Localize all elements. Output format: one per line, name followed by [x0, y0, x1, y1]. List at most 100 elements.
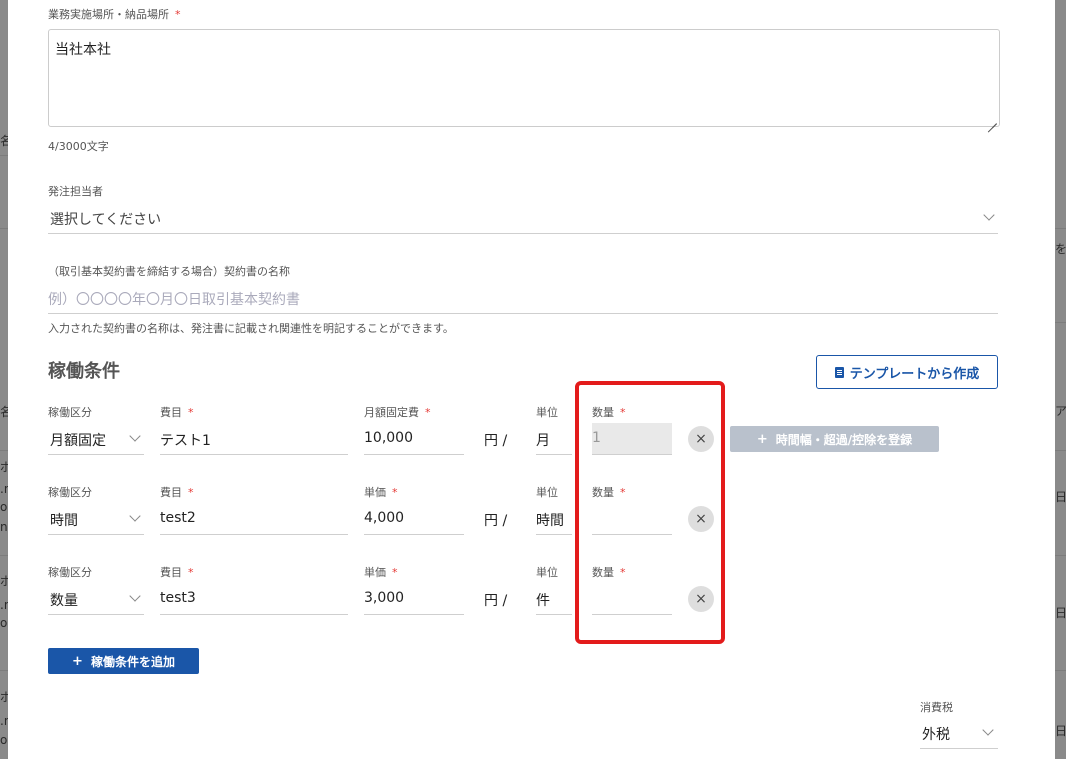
add-condition-label: 稼働条件を追加: [90, 654, 175, 669]
cost-item-value: test2: [160, 510, 196, 526]
create-from-template-button[interactable]: テンプレートから作成: [816, 355, 998, 389]
field-underline: [48, 313, 998, 314]
background-text: n: [0, 520, 8, 534]
field-underline: [160, 454, 348, 455]
field-underline: [364, 614, 464, 615]
work-type-select[interactable]: 数量: [48, 584, 144, 614]
background-text: ou: [0, 500, 8, 514]
delivery-label: 業務実施場所・納品場所 *: [48, 8, 181, 21]
field-underline: [48, 614, 144, 615]
ordering-person-select[interactable]: 選択してください: [48, 203, 998, 233]
background-text: ou: [0, 733, 8, 747]
work-type-label: 稼働区分: [48, 406, 92, 419]
chevron-down-icon: [129, 510, 141, 522]
background-divider: [1055, 555, 1066, 556]
create-from-template-label: テンプレートから作成: [849, 366, 980, 382]
unit-label: 単位: [536, 486, 558, 499]
price-input[interactable]: 10,000: [364, 424, 464, 454]
ordering-person-label: 発注担当者: [48, 185, 103, 198]
background-text: .n: [0, 482, 8, 496]
contract-name-placeholder: 例）〇〇〇〇年〇月〇日取引基本契約書: [48, 292, 300, 308]
unit-label: 単位: [536, 566, 558, 579]
cost-item-label: 費目 *: [160, 486, 194, 499]
tax-label: 消費税: [920, 701, 953, 714]
order-form-modal: 業務実施場所・納品場所 * 当社本社 4/3000文字 発注担当者 選択してくださ…: [8, 0, 1055, 759]
cost-item-label: 費目 *: [160, 566, 194, 579]
contract-name-input[interactable]: 例）〇〇〇〇年〇月〇日取引基本契約書: [48, 283, 998, 313]
background-divider: [1055, 670, 1066, 671]
background-text: 日前: [1055, 490, 1066, 504]
field-underline: [160, 614, 348, 615]
tax-select[interactable]: 外税: [920, 718, 998, 748]
cost-item-value: テスト1: [160, 433, 211, 449]
delivery-textarea[interactable]: 当社本社: [48, 29, 1000, 127]
currency-per-label: 円 /: [484, 433, 508, 449]
conditions-section-title: 稼働条件: [48, 361, 120, 382]
delivery-value: 当社本社: [55, 42, 111, 58]
plus-icon: +: [756, 431, 768, 447]
unit-value: 月: [536, 433, 550, 449]
contract-name-label: （取引基本契約書を締結する場合）契約書の名称: [48, 265, 290, 278]
work-type-select[interactable]: 時間: [48, 504, 144, 534]
price-value: 4,000: [364, 510, 405, 526]
chevron-down-icon: [982, 724, 994, 736]
field-underline: [160, 534, 348, 535]
char-count: 4/3000文字: [48, 140, 109, 153]
price-input[interactable]: 3,000: [364, 584, 464, 614]
background-text: 名: [0, 134, 8, 148]
work-type-value: 月額固定: [50, 433, 106, 449]
resize-handle-icon[interactable]: [987, 114, 997, 124]
plus-icon: +: [72, 653, 83, 669]
price-input[interactable]: 4,000: [364, 504, 464, 534]
background-text: .n: [0, 714, 8, 728]
work-type-value: 数量: [50, 593, 78, 609]
background-divider: [0, 228, 8, 229]
work-type-label: 稼働区分: [48, 566, 92, 579]
unit-value: 時間: [536, 513, 564, 529]
work-type-select[interactable]: 月額固定: [48, 424, 144, 454]
background-page-left: [0, 0, 8, 759]
cost-item-input[interactable]: test3: [160, 584, 348, 614]
background-text: を: [1055, 242, 1066, 256]
cost-item-label: 費目 *: [160, 406, 194, 419]
field-underline: [48, 454, 144, 455]
field-underline: [536, 614, 572, 615]
field-underline: [536, 534, 572, 535]
unit-label: 単位: [536, 406, 558, 419]
price-label: 月額固定費 *: [364, 406, 431, 419]
background-divider: [0, 155, 8, 156]
background-text: 名: [0, 405, 8, 419]
chevron-down-icon: [983, 209, 995, 221]
register-time-range-label: 時間幅・超過/控除を登録: [775, 432, 913, 447]
field-underline: [536, 454, 572, 455]
cost-item-input[interactable]: test2: [160, 504, 348, 534]
price-label: 単価 *: [364, 486, 398, 499]
background-text: 日前: [1055, 724, 1066, 738]
cost-item-value: test3: [160, 590, 196, 606]
price-value: 10,000: [364, 430, 413, 446]
unit-value: 件: [536, 593, 550, 609]
background-text: ou: [0, 616, 8, 630]
field-underline: [920, 748, 998, 749]
price-value: 3,000: [364, 590, 405, 606]
currency-per-label: 円 /: [484, 593, 508, 609]
field-underline: [364, 534, 464, 535]
add-condition-button[interactable]: + 稼働条件を追加: [48, 648, 199, 674]
background-text: ポ: [0, 690, 8, 704]
background-text: 日前: [1055, 606, 1066, 620]
cost-item-input[interactable]: テスト1: [160, 424, 348, 454]
field-underline: [48, 233, 998, 234]
background-divider: [0, 670, 8, 671]
background-divider: [1055, 450, 1066, 451]
contract-name-helper: 入力された契約書の名称は、発注書に記載され関連性を明記することができます。: [48, 322, 454, 335]
document-icon: [834, 366, 844, 378]
background-divider: [1055, 322, 1066, 323]
register-time-range-button[interactable]: + 時間幅・超過/控除を登録: [730, 426, 939, 452]
tax-value: 外税: [922, 727, 950, 743]
chevron-down-icon: [129, 430, 141, 442]
background-text: ア前: [1055, 404, 1066, 418]
background-page-right: [1055, 0, 1066, 759]
background-text: .n: [0, 598, 8, 612]
background-divider: [1055, 228, 1066, 229]
price-label: 単価 *: [364, 566, 398, 579]
